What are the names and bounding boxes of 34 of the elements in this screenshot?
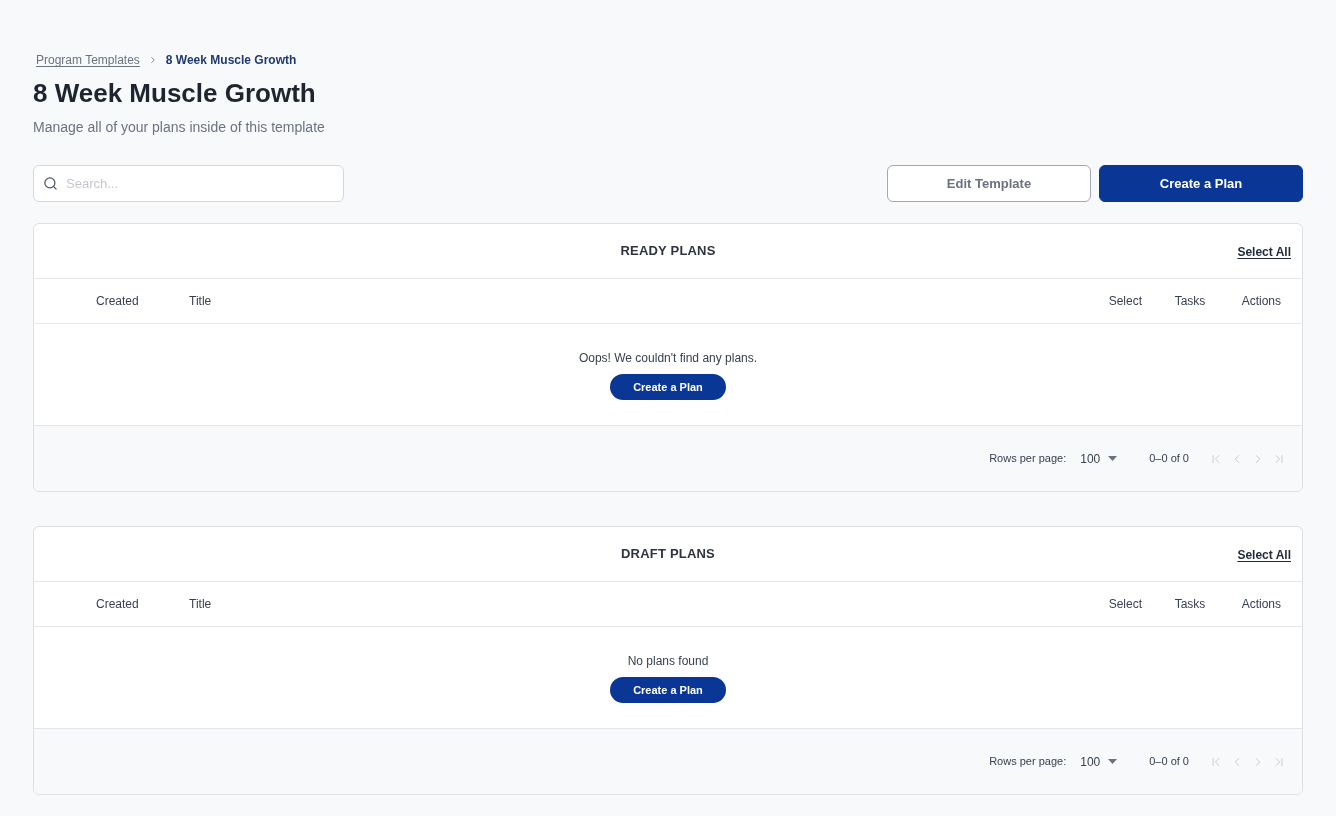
page-title: 8 Week Muscle Growth — [33, 77, 316, 109]
column-header: Title — [189, 293, 212, 310]
rows-per-page-label: Rows per page: — [989, 754, 1067, 770]
breadcrumb-link[interactable]: Program Templates — [36, 52, 140, 68]
page-subtitle: Manage all of your plans inside of this template — [33, 118, 325, 137]
table-title: DRAFT PLANS — [621, 545, 715, 564]
create-plan-button[interactable]: Create a Plan — [1099, 165, 1303, 202]
column-header: Tasks — [1174, 293, 1206, 310]
rows-per-page-select[interactable]: 100 — [1080, 449, 1118, 468]
table-title: READY PLANS — [620, 242, 716, 261]
empty-message: Oops! We couldn't find any plans. — [578, 350, 758, 366]
create-plan-button[interactable]: Create a Plan — [610, 374, 726, 400]
rows-per-page-label: Rows per page: — [989, 451, 1067, 467]
edit-template-button[interactable]: Edit Template — [887, 165, 1091, 202]
column-header: Created — [96, 293, 139, 310]
search-icon — [43, 176, 58, 191]
rows-per-page-select[interactable]: 100 — [1080, 752, 1118, 771]
create-plan-button[interactable]: Create a Plan — [610, 677, 726, 703]
search-field[interactable]: Search... — [33, 165, 344, 202]
caret-down-icon — [1108, 456, 1118, 461]
select-all-link[interactable]: Select All — [1237, 546, 1291, 564]
column-header: Tasks — [1174, 596, 1206, 613]
column-header: Select — [1108, 293, 1142, 310]
column-header: Actions — [1241, 293, 1281, 310]
empty-message: No plans found — [627, 653, 709, 669]
column-header: Created — [96, 596, 139, 613]
select-all-link[interactable]: Select All — [1237, 243, 1291, 261]
column-header: Select — [1108, 596, 1142, 613]
page-range: 0–0 of 0 — [1149, 754, 1189, 770]
caret-down-icon — [1108, 759, 1118, 764]
column-header: Actions — [1241, 596, 1281, 613]
column-header: Title — [189, 596, 212, 613]
breadcrumb-current: 8 Week Muscle Growth — [165, 52, 297, 68]
page-range: 0–0 of 0 — [1149, 451, 1189, 467]
